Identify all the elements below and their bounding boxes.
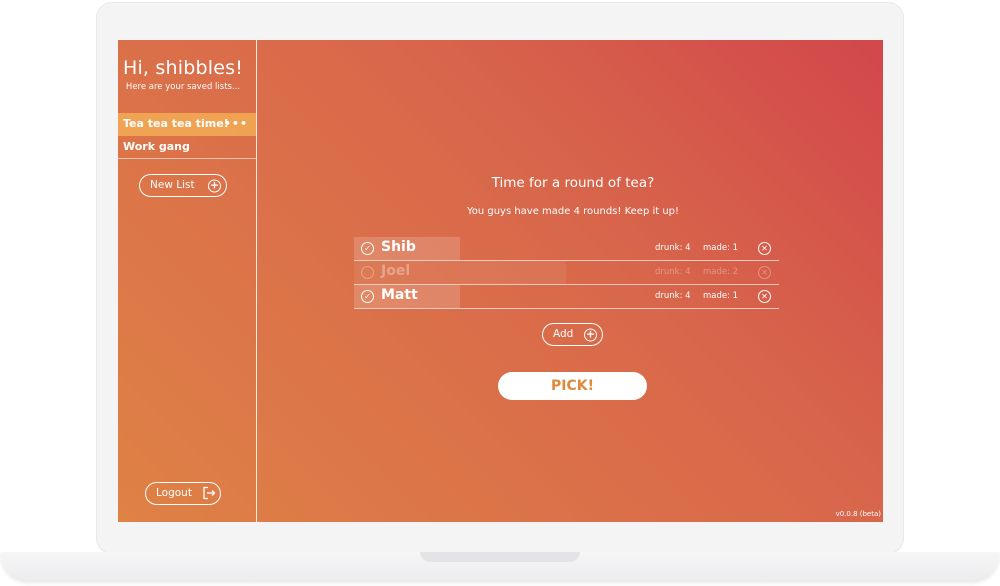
page-title: Time for a round of tea? <box>491 175 655 191</box>
pick-button[interactable]: PICK! <box>498 372 647 400</box>
laptop-notch <box>420 552 580 562</box>
close-circle-icon[interactable]: ✕ <box>758 242 771 255</box>
add-label: Add <box>553 328 574 340</box>
greeting: Hi, shibbles! <box>122 57 244 79</box>
rounds-summary: You guys have made 4 rounds! Keep it up! <box>466 206 680 217</box>
circle-icon[interactable] <box>361 266 374 279</box>
logout-icon <box>202 486 216 500</box>
made-count: made: 2 <box>703 267 739 277</box>
new-list-label: New List <box>150 179 195 191</box>
check-circle-icon[interactable]: ✓ <box>361 290 374 303</box>
person-row-matt[interactable]: ✓ Matt drunk: 4 made: 1 ✕ <box>354 285 779 309</box>
check-circle-icon[interactable]: ✓ <box>361 242 374 255</box>
person-name: Joel <box>381 263 411 279</box>
plus-circle-icon: + <box>208 178 221 192</box>
sidebar-item-label: Work gang <box>123 140 190 153</box>
person-row-shib[interactable]: ✓ Shib drunk: 4 made: 1 ✕ <box>354 237 779 261</box>
made-count: made: 1 <box>703 291 739 301</box>
logout-button[interactable]: Logout <box>145 482 221 505</box>
more-options-icon[interactable]: ••• <box>224 113 248 135</box>
drunk-count: drunk: 4 <box>655 291 691 301</box>
drunk-count: drunk: 4 <box>655 267 691 277</box>
logout-label: Logout <box>156 487 192 499</box>
version-label: v0.0.8 (beta) <box>835 510 881 518</box>
made-count: made: 1 <box>703 243 739 253</box>
new-list-button[interactable]: New List + <box>139 174 227 197</box>
close-circle-icon[interactable]: ✕ <box>758 290 771 303</box>
sidebar-item-work-gang[interactable]: Work gang <box>118 136 256 159</box>
sidebar-item-label: Tea tea tea time! <box>123 117 229 130</box>
drunk-count: drunk: 4 <box>655 243 691 253</box>
app-screen: Hi, shibbles! Here are your saved lists.… <box>118 40 883 522</box>
plus-circle-icon: + <box>584 327 597 341</box>
greeting-subtitle: Here are your saved lists... <box>125 82 241 92</box>
close-circle-icon[interactable]: ✕ <box>758 266 771 279</box>
person-name: Shib <box>381 239 416 255</box>
sidebar-item-tea-tea-tea-time[interactable]: Tea tea tea time! ••• <box>118 113 256 136</box>
sidebar-divider <box>118 158 256 159</box>
person-name: Matt <box>381 287 418 303</box>
sidebar: Hi, shibbles! Here are your saved lists.… <box>118 40 257 522</box>
person-row-joel[interactable]: Joel drunk: 4 made: 2 ✕ <box>354 261 779 285</box>
add-person-button[interactable]: Add + <box>542 323 603 346</box>
